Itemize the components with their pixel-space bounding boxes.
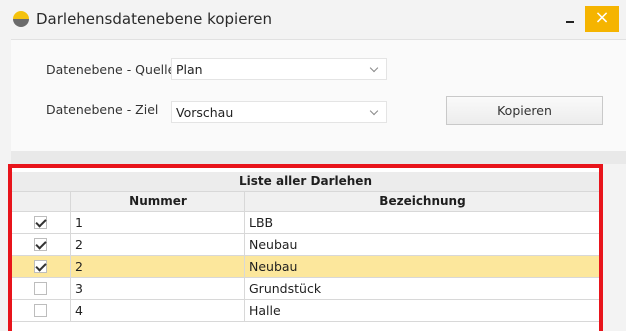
cell-bezeichnung: Neubau (244, 234, 599, 255)
target-label: Datenebene - Ziel (46, 102, 159, 117)
table-row[interactable]: 4 Halle (12, 300, 599, 322)
source-dropdown[interactable]: Plan (171, 58, 387, 80)
row-checkbox[interactable] (34, 304, 47, 317)
table-row[interactable]: 2 Neubau (12, 234, 599, 256)
cell-nummer: 4 (70, 300, 244, 321)
table-row[interactable]: 3 Grundstück (12, 278, 599, 300)
cell-bezeichnung: Halle (244, 300, 599, 321)
close-button[interactable]: × (585, 6, 619, 32)
row-checkbox[interactable] (34, 260, 47, 273)
column-header-bezeichnung[interactable]: Bezeichnung (244, 192, 599, 211)
copy-button[interactable]: Kopieren (446, 96, 603, 125)
app-logo-icon (13, 11, 29, 27)
window-title: Darlehensdatenebene kopieren (36, 10, 272, 28)
cell-nummer: 2 (70, 234, 244, 255)
title-bar: Darlehensdatenebene kopieren × (0, 0, 626, 38)
chevron-down-icon[interactable] (364, 102, 386, 122)
grid-header-row: Nummer Bezeichnung (12, 192, 599, 212)
cell-nummer: 1 (70, 212, 244, 233)
loans-grid: Liste aller Darlehen Nummer Bezeichnung … (8, 164, 603, 331)
cell-nummer: 2 (70, 256, 244, 277)
target-dropdown[interactable]: Vorschau (171, 101, 387, 123)
row-checkbox[interactable] (34, 216, 47, 229)
table-row[interactable]: 1 LBB (12, 212, 599, 234)
column-header-nummer[interactable]: Nummer (70, 192, 245, 211)
cell-bezeichnung: LBB (244, 212, 599, 233)
row-checkbox[interactable] (34, 282, 47, 295)
source-label: Datenebene - Quelle (46, 62, 176, 77)
grid-title: Liste aller Darlehen (12, 172, 599, 192)
cell-bezeichnung: Neubau (244, 256, 599, 277)
minimize-button[interactable] (558, 6, 582, 32)
divider-strip (11, 151, 626, 164)
row-checkbox[interactable] (34, 238, 47, 251)
cell-bezeichnung: Grundstück (244, 278, 599, 299)
cell-nummer: 3 (70, 278, 244, 299)
source-value: Plan (176, 62, 203, 77)
target-value: Vorschau (176, 105, 234, 120)
table-row[interactable]: 2 Neubau (12, 256, 599, 278)
chevron-down-icon[interactable] (364, 59, 386, 79)
